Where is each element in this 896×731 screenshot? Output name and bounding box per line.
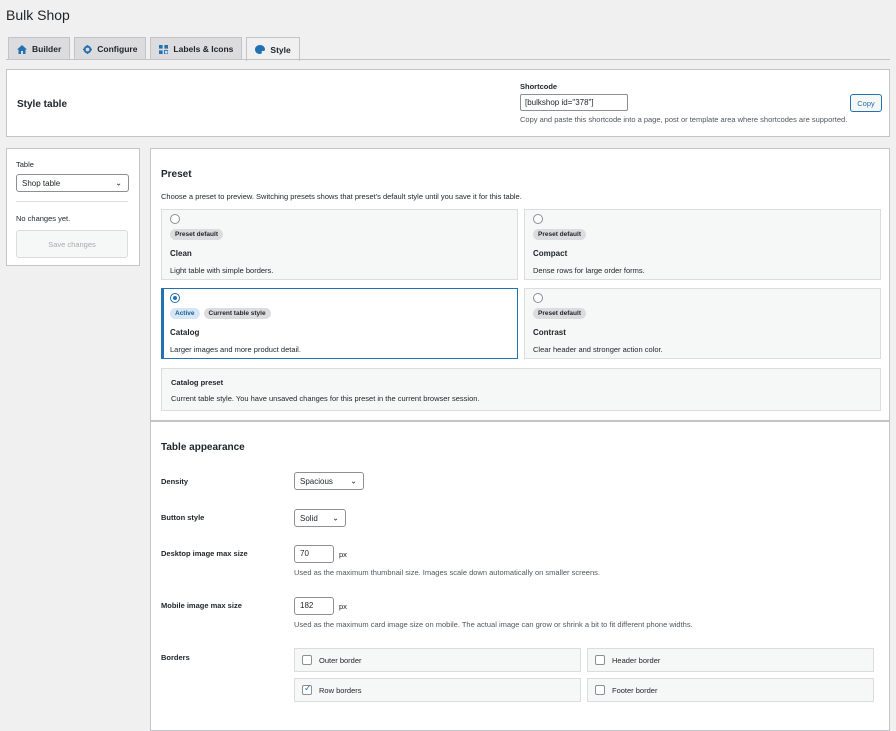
tab-bar: Builder Configure Labels & Icons Style xyxy=(8,37,300,61)
note-text: Current table style. You have unsaved ch… xyxy=(171,394,480,403)
mobile-image-label: Mobile image max size xyxy=(161,601,242,610)
checkbox-label: Outer border xyxy=(319,655,362,665)
preset-description: Choose a preset to preview. Switching pr… xyxy=(161,192,522,201)
tab-label: Style xyxy=(270,44,291,55)
preset-name: Compact xyxy=(533,249,568,258)
outer-border-option[interactable]: Outer border xyxy=(294,648,581,672)
preset-default-badge: Preset default xyxy=(170,229,223,240)
tab-labels-icons[interactable]: Labels & Icons xyxy=(150,37,243,60)
tab-label: Labels & Icons xyxy=(173,44,234,54)
preset-name: Clean xyxy=(170,249,192,258)
table-appearance-panel: Table appearance Density Spacious ⌄ Butt… xyxy=(150,421,890,731)
footer-border-checkbox[interactable] xyxy=(595,685,605,695)
header-border-option[interactable]: Header border xyxy=(587,648,874,672)
style-header-panel: Style table Shortcode Copy Copy and past… xyxy=(6,69,890,137)
preset-radio[interactable] xyxy=(533,214,543,224)
tag-icon xyxy=(159,44,169,54)
footer-border-option[interactable]: Footer border xyxy=(587,678,874,702)
density-select[interactable]: Spacious ⌄ xyxy=(294,472,364,490)
appearance-title: Table appearance xyxy=(161,442,245,453)
preset-desc: Light table with simple borders. xyxy=(170,266,274,275)
shortcode-label: Shortcode xyxy=(520,82,558,91)
button-style-value: Solid xyxy=(300,513,318,523)
copy-button[interactable]: Copy xyxy=(850,94,882,112)
preset-default-badge: Preset default xyxy=(533,229,586,240)
density-label: Density xyxy=(161,477,189,486)
desktop-unit: px xyxy=(339,550,347,559)
preset-card-clean[interactable]: Preset default Clean Light table with si… xyxy=(161,209,518,280)
shortcode-help: Copy and paste this shortcode into a pag… xyxy=(520,115,848,124)
row-borders-option[interactable]: Row borders xyxy=(294,678,581,702)
divider xyxy=(16,201,128,202)
preset-desc: Clear header and stronger action color. xyxy=(533,345,663,354)
active-badge: Active xyxy=(170,308,200,319)
button-style-select[interactable]: Solid ⌄ xyxy=(294,509,346,527)
mobile-unit: px xyxy=(339,602,347,611)
chevron-down-icon: ⌄ xyxy=(350,476,357,486)
tab-configure[interactable]: Configure xyxy=(74,37,147,60)
desktop-image-help: Used as the maximum thumbnail size. Imag… xyxy=(294,568,600,577)
outer-border-checkbox[interactable] xyxy=(302,655,312,665)
preset-radio[interactable] xyxy=(170,293,180,303)
preset-note: Catalog preset Current table style. You … xyxy=(161,368,881,411)
preset-default-badge: Preset default xyxy=(533,308,586,319)
header-border-checkbox[interactable] xyxy=(595,655,605,665)
table-label: Table xyxy=(16,160,34,169)
checkbox-label: Footer border xyxy=(612,685,658,695)
chevron-down-icon: ⌄ xyxy=(115,178,122,188)
checkbox-label: Header border xyxy=(612,655,661,665)
save-changes-button[interactable]: Save changes xyxy=(16,230,128,258)
table-select[interactable]: Shop table ⌄ xyxy=(16,174,129,192)
tab-builder[interactable]: Builder xyxy=(8,37,71,60)
tab-style[interactable]: Style xyxy=(246,37,300,61)
table-select-value: Shop table xyxy=(22,178,61,188)
checkbox-label: Row borders xyxy=(319,685,362,695)
preset-name: Contrast xyxy=(533,328,566,337)
gear-icon xyxy=(83,44,93,54)
sidebar-panel: Table Shop table ⌄ No changes yet. Save … xyxy=(6,148,140,266)
current-style-badge: Current table style xyxy=(203,308,271,319)
desktop-image-input[interactable]: 70 xyxy=(294,545,334,563)
tab-label: Configure xyxy=(97,44,138,54)
preset-desc: Larger images and more product detail. xyxy=(170,345,301,354)
home-icon xyxy=(17,44,27,54)
preset-card-compact[interactable]: Preset default Compact Dense rows for la… xyxy=(524,209,881,280)
preset-card-catalog[interactable]: Active Current table style Catalog Large… xyxy=(161,288,518,359)
mobile-image-input[interactable]: 182 xyxy=(294,597,334,615)
mobile-image-help: Used as the maximum card image size on m… xyxy=(294,620,693,629)
button-style-label: Button style xyxy=(161,513,205,522)
preset-card-contrast[interactable]: Preset default Contrast Clear header and… xyxy=(524,288,881,359)
tab-label: Builder xyxy=(32,44,62,54)
row-borders-checkbox[interactable] xyxy=(302,683,312,695)
preset-radio[interactable] xyxy=(533,293,543,303)
chevron-down-icon: ⌄ xyxy=(332,513,339,523)
desktop-image-label: Desktop image max size xyxy=(161,549,248,558)
page-title: Bulk Shop xyxy=(6,7,70,23)
preset-panel: Preset Choose a preset to preview. Switc… xyxy=(150,148,890,421)
panel-title: Style table xyxy=(17,99,68,110)
preset-title: Preset xyxy=(161,169,192,180)
tabs-divider xyxy=(6,59,890,60)
note-title: Catalog preset xyxy=(171,378,224,387)
preset-name: Catalog xyxy=(170,328,200,337)
shortcode-field[interactable] xyxy=(520,94,628,111)
borders-label: Borders xyxy=(161,653,190,662)
palette-icon xyxy=(255,45,266,54)
preset-desc: Dense rows for large order forms. xyxy=(533,266,645,275)
density-value: Spacious xyxy=(300,476,333,486)
save-status: No changes yet. xyxy=(16,214,71,223)
preset-radio[interactable] xyxy=(170,214,180,224)
